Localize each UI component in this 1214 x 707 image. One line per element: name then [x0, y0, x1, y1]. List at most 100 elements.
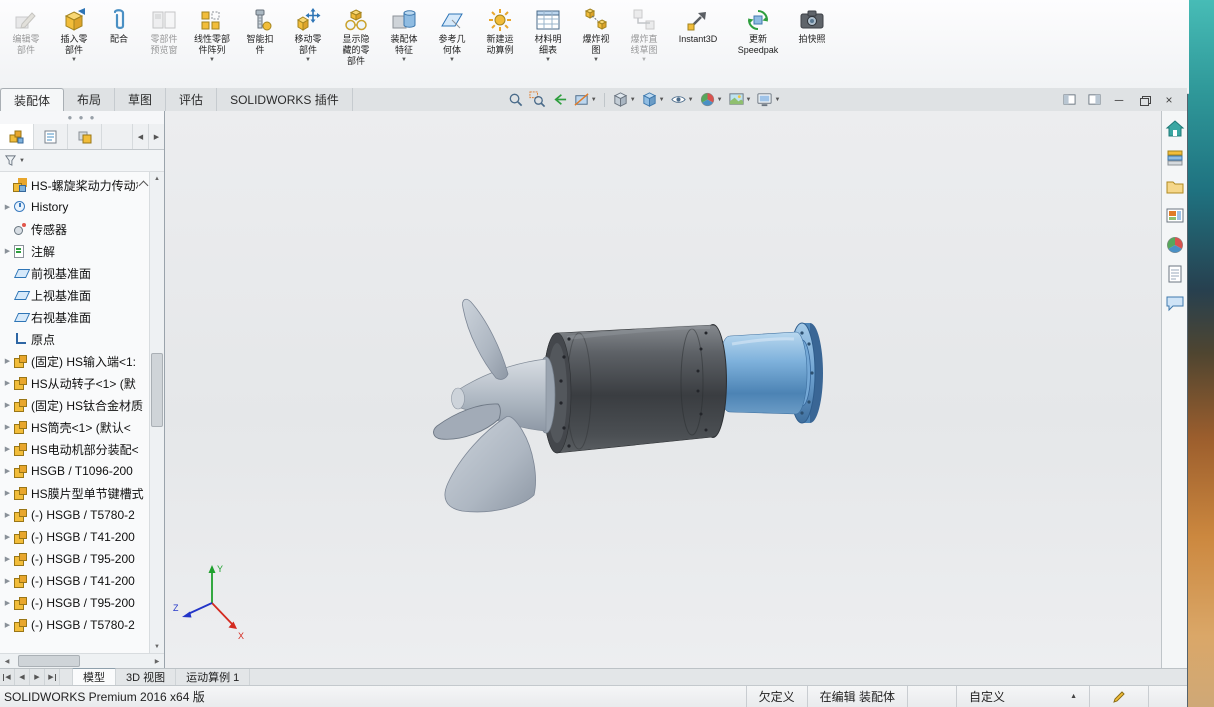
tree-item-root[interactable]: HS-螺旋桨动力传动机构 [0, 174, 164, 196]
previous-tab-button[interactable]: ◀ [15, 669, 30, 685]
show-hidden-components-button[interactable]: 显示隐 藏的零 部件 [332, 5, 380, 69]
scroll-track[interactable] [14, 654, 150, 668]
panel-collapse-handle[interactable]: ● ● ● [0, 111, 164, 124]
expand-arrow-icon[interactable]: ▶ [2, 577, 13, 585]
tree-item[interactable]: ▶ (-) HSGB / T5780-2 [0, 614, 164, 636]
filter-dropdown-arrow-icon[interactable]: ▼ [19, 158, 25, 164]
dropdown-arrow-icon[interactable]: ▼ [305, 57, 311, 64]
smart-fasteners-button[interactable]: 智能扣 件 [236, 5, 284, 58]
exploded-view-button[interactable]: 爆炸视 图 ▼ [572, 5, 620, 66]
propertymanager-tab[interactable] [34, 124, 68, 149]
expand-arrow-icon[interactable]: ▶ [2, 423, 13, 431]
scroll-thumb[interactable] [18, 655, 80, 667]
tree-item[interactable]: ▶ History [0, 196, 164, 218]
zoom-to-fit-button[interactable] [505, 91, 526, 108]
filter-funnel-icon[interactable] [4, 154, 17, 167]
tree-item[interactable]: ▶ (-) HSGB / T5780-2 [0, 504, 164, 526]
tree-item[interactable]: ▶ (-) HSGB / T95-200 [0, 592, 164, 614]
tab-motion-study-1[interactable]: 运动算例 1 [176, 669, 251, 685]
component-preview-button[interactable]: 零部件 预览窗 [140, 5, 188, 58]
tree-item[interactable]: ▶ (固定) HS钛合金材质 [0, 394, 164, 416]
dropdown-arrow-icon[interactable]: ▼ [449, 57, 455, 64]
dropdown-arrow-icon[interactable]: ▼ [545, 57, 551, 64]
close-button[interactable]: × [1159, 92, 1179, 108]
last-tab-button[interactable]: ▶ [45, 669, 60, 685]
display-style-button[interactable]: ▼ [639, 91, 667, 108]
expand-arrow-icon[interactable]: ▶ [2, 357, 13, 365]
expand-arrow-icon[interactable]: ▶ [2, 555, 13, 563]
edit-status-icon[interactable] [1089, 686, 1148, 707]
insert-component-button[interactable]: 插入零 部件 ▼ [50, 5, 98, 66]
dropdown-arrow-icon[interactable]: ▼ [71, 57, 77, 64]
tree-item[interactable]: ▶ HS电动机部分装配< [0, 438, 164, 460]
collapse-pane-right-icon[interactable] [1084, 92, 1104, 108]
update-speedpak-button[interactable]: 更新 Speedpak [728, 5, 788, 58]
dropdown-arrow-icon[interactable]: ▼ [630, 97, 636, 103]
expand-arrow-icon[interactable]: ▶ [2, 203, 13, 211]
expand-arrow-icon[interactable]: ▶ [2, 445, 13, 453]
dropdown-arrow-icon[interactable]: ▼ [688, 97, 694, 103]
scroll-right-arrow[interactable]: ▶ [150, 658, 164, 665]
instant3d-button[interactable]: Instant3D [668, 5, 728, 47]
tab-3d-views[interactable]: 3D 视图 [116, 669, 177, 685]
dropdown-arrow-icon[interactable]: ▼ [591, 97, 597, 103]
collapse-pane-left-icon[interactable] [1059, 92, 1079, 108]
take-snapshot-button[interactable]: 拍快照 [788, 5, 836, 47]
tab-model[interactable]: 模型 [72, 668, 116, 685]
expand-arrow-icon[interactable]: ▶ [2, 621, 13, 629]
dropdown-arrow-icon[interactable]: ▼ [659, 97, 665, 103]
custom-properties-icon[interactable] [1165, 264, 1185, 284]
dropdown-arrow-icon[interactable]: ▼ [593, 57, 599, 64]
collapse-chevron-icon[interactable] [138, 180, 149, 190]
tree-item[interactable]: ▶ 注解 [0, 240, 164, 262]
tree-item[interactable]: ▶ HS从动转子<1> (默 [0, 372, 164, 394]
configurationmanager-tab[interactable] [68, 124, 102, 149]
tree-item[interactable]: ▶ (-) HSGB / T41-200 [0, 526, 164, 548]
scroll-track[interactable] [150, 185, 164, 640]
tree-item[interactable]: ▶ HS筒壳<1> (默认< [0, 416, 164, 438]
graphics-viewport[interactable]: Y X Z [165, 111, 1161, 668]
file-explorer-folder-icon[interactable] [1165, 177, 1185, 197]
reference-triad[interactable]: Y X Z [173, 564, 244, 641]
next-tab-button[interactable]: ▶ [30, 669, 45, 685]
expand-arrow-icon[interactable]: ▶ [2, 467, 13, 475]
expand-arrow-icon[interactable]: ▶ [2, 401, 13, 409]
edit-component-button[interactable]: 编辑零 部件 [2, 5, 50, 58]
move-component-button[interactable]: 移动零 部件 ▼ [284, 5, 332, 66]
home-icon[interactable] [1165, 119, 1185, 139]
dropdown-arrow-icon[interactable]: ▼ [209, 57, 215, 64]
tree-item[interactable]: ▶ HSGB / T1096-200 [0, 460, 164, 482]
explode-line-sketch-button[interactable]: 爆炸直 线草图 ▼ [620, 5, 668, 66]
tree-item[interactable]: ▶ (固定) HS输入端<1: [0, 350, 164, 372]
forum-icon[interactable] [1165, 293, 1185, 313]
bill-of-materials-button[interactable]: 材料明 细表 ▼ [524, 5, 572, 66]
view-orientation-button[interactable]: ▼ [610, 91, 638, 108]
expand-arrow-icon[interactable]: ▶ [2, 489, 13, 497]
expand-arrow-icon[interactable]: ▶ [2, 533, 13, 541]
tree-vertical-scrollbar[interactable]: ▲ ▼ [149, 172, 164, 653]
expand-arrow-icon[interactable]: ▶ [2, 247, 13, 255]
scroll-up-arrow[interactable]: ▲ [150, 172, 164, 185]
previous-view-button[interactable] [549, 91, 570, 108]
first-tab-button[interactable]: ◀ [0, 669, 15, 685]
tree-item[interactable]: ▶ HS膜片型单节键槽式 [0, 482, 164, 504]
restore-button[interactable] [1134, 92, 1154, 108]
new-motion-study-button[interactable]: 新建运 动算例 [476, 5, 524, 58]
edit-appearance-button[interactable]: ▼ [697, 91, 725, 108]
expand-arrow-icon[interactable]: ▶ [2, 599, 13, 607]
design-library-icon[interactable] [1165, 148, 1185, 168]
panel-tabs-right-arrow[interactable]: ▶ [148, 124, 164, 149]
tab-layout[interactable]: 布局 [64, 88, 116, 111]
dropdown-arrow-icon[interactable]: ▼ [717, 97, 723, 103]
tree-item[interactable]: 右视基准面 [0, 306, 164, 328]
featuremanager-tree-tab[interactable] [0, 124, 34, 149]
scroll-down-arrow[interactable]: ▼ [150, 640, 164, 653]
tree-item[interactable]: ▶ (-) HSGB / T41-200 [0, 570, 164, 592]
linear-component-pattern-button[interactable]: 线性零部 件阵列 ▼ [188, 5, 236, 66]
apply-scene-button[interactable]: ▼ [726, 91, 754, 108]
dropdown-arrow-icon[interactable]: ▼ [746, 97, 752, 103]
unit-system-selector[interactable]: 自定义 ▲ [956, 686, 1089, 707]
tab-solidworks-addins[interactable]: SOLIDWORKS 插件 [217, 88, 353, 111]
tree-item[interactable]: 上视基准面 [0, 284, 164, 306]
tree-horizontal-scrollbar[interactable]: ◀ ▶ [0, 653, 164, 668]
